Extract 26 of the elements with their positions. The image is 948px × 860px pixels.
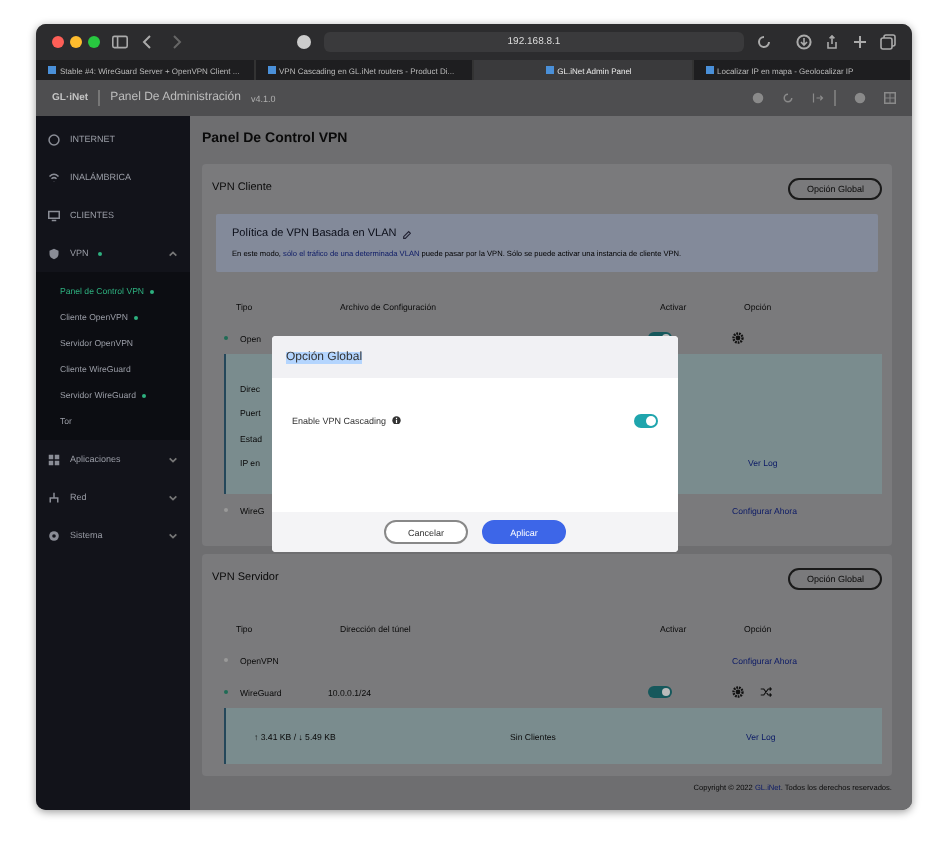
wifi-icon bbox=[48, 171, 60, 183]
back-icon[interactable] bbox=[140, 34, 156, 50]
forward-icon[interactable] bbox=[168, 34, 184, 50]
minimize-icon[interactable] bbox=[70, 36, 82, 48]
shuffle-icon[interactable] bbox=[760, 686, 772, 698]
toggle-switch[interactable] bbox=[634, 413, 658, 427]
info-icon bbox=[392, 415, 402, 425]
grid-icon bbox=[48, 453, 60, 465]
gear-icon bbox=[48, 529, 60, 541]
tabs-icon[interactable] bbox=[880, 34, 896, 50]
refresh-icon[interactable] bbox=[782, 92, 794, 104]
share-icon[interactable] bbox=[824, 34, 840, 50]
monitor-icon bbox=[48, 209, 60, 221]
sidebar-icon[interactable] bbox=[112, 34, 128, 50]
toggle-switch[interactable] bbox=[648, 686, 672, 698]
settings-icon[interactable] bbox=[732, 686, 744, 698]
logout-icon[interactable] bbox=[812, 92, 824, 104]
grid-icon[interactable] bbox=[884, 92, 896, 104]
edit-icon[interactable] bbox=[402, 229, 413, 239]
plus-icon[interactable] bbox=[852, 34, 868, 50]
reload-icon[interactable] bbox=[756, 34, 772, 50]
download-icon[interactable] bbox=[796, 34, 812, 50]
close-icon[interactable] bbox=[52, 36, 64, 48]
settings-icon[interactable] bbox=[732, 332, 744, 344]
network-icon bbox=[48, 491, 60, 503]
maximize-icon[interactable] bbox=[88, 36, 100, 48]
